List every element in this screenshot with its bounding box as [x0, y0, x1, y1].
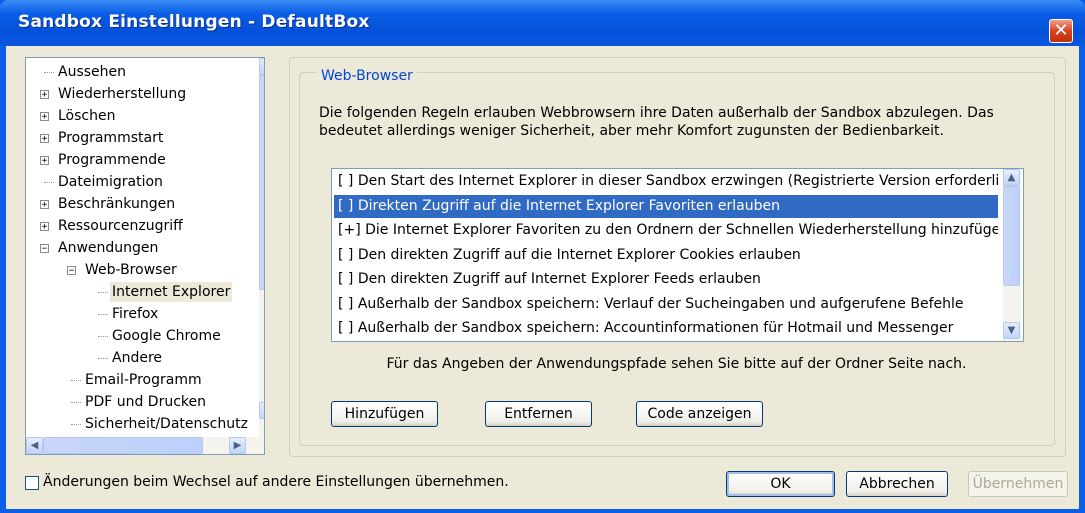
tree-item-label: Ressourcenzugriff [58, 218, 183, 234]
description-line: bedeutet allerdings weniger Sicherheit, … [319, 123, 944, 139]
tree-item[interactable]: Google Chrome [26, 325, 258, 347]
remove-button[interactable]: Entfernen [485, 401, 592, 427]
description-line: Die folgenden Regeln erlauben Webbrowser… [319, 105, 994, 121]
scroll-right-icon[interactable]: ▶ [229, 437, 246, 454]
apply-on-switch-checkbox[interactable] [25, 476, 39, 490]
scroll-left-icon[interactable]: ◀ [26, 437, 43, 454]
tree-vertical-scrollbar[interactable]: ▲ ▼ [259, 58, 264, 441]
window-title: Sandbox Einstellungen - DefaultBox [18, 12, 370, 32]
tree-item[interactable]: + Löschen [26, 105, 258, 127]
add-button[interactable]: Hinzufügen [331, 401, 438, 427]
tree-hscroll-thumb[interactable] [43, 437, 203, 454]
scroll-down-icon[interactable]: ▼ [1003, 322, 1020, 339]
tree-item-label: Google Chrome [112, 328, 221, 344]
tree-connector [71, 380, 81, 381]
rules-scroll-thumb[interactable] [1003, 186, 1020, 286]
rule-list-item[interactable]: [ ] Direkten Zugriff auf die Internet Ex… [334, 194, 998, 218]
rule-list-item[interactable]: [ ] Den Start des Internet Explorer in d… [334, 170, 998, 193]
tree-item-label: Aussehen [58, 64, 127, 80]
tree-item-label: Dateimigration [58, 174, 163, 190]
expand-icon[interactable]: + [40, 222, 49, 232]
tree-connector [98, 336, 108, 337]
tree-connector [98, 292, 108, 293]
dialog-window: Sandbox Einstellungen - DefaultBox ✕ Aus… [0, 0, 1085, 513]
expand-icon[interactable]: + [40, 134, 49, 144]
tree-item[interactable]: + Programmstart [26, 127, 258, 149]
tree-item-label: Programmstart [58, 130, 164, 146]
close-icon[interactable]: ✕ [1049, 19, 1073, 43]
tree-item-label: Andere [112, 350, 163, 366]
tree-item-label: Anwendungen [58, 240, 159, 256]
tree-item-label: Internet Explorer [110, 282, 233, 302]
tree-horizontal-scrollbar[interactable]: ◀ ▶ [26, 437, 264, 454]
tree-connector [71, 424, 81, 425]
rules-list[interactable]: [ ] Den Start des Internet Explorer in d… [331, 168, 1024, 342]
tree-connector [71, 402, 81, 403]
tree-item[interactable]: Firefox [26, 303, 258, 325]
rules-list-scrollbar[interactable]: ▲ ▼ [1003, 169, 1021, 341]
title-bar[interactable]: Sandbox Einstellungen - DefaultBox ✕ [0, 0, 1085, 46]
rule-list-item[interactable]: [ ] Außerhalb der Sandbox speichern: Acc… [334, 317, 998, 340]
tree-connector [98, 314, 108, 315]
scroll-down-icon[interactable]: ▼ [259, 402, 264, 419]
show-code-button[interactable]: Code anzeigen [636, 401, 763, 427]
tree-item[interactable]: Sicherheit/Datenschutz [26, 413, 258, 435]
tree-item-label: Web-Browser [85, 262, 177, 278]
tree-scroll-thumb[interactable] [259, 75, 264, 290]
expand-icon[interactable]: + [40, 112, 49, 122]
tree-item[interactable]: + Beschränkungen [26, 193, 258, 215]
apply-button[interactable]: Übernehmen [968, 471, 1068, 497]
tree-item-label: Sicherheit/Datenschutz [85, 416, 248, 432]
groupbox-legend: Web-Browser [317, 68, 417, 84]
cancel-button[interactable]: Abbrechen [846, 471, 948, 497]
tree-item-label: Email-Programm [85, 372, 202, 388]
rule-list-item[interactable]: [ ] Den direkten Zugriff auf Internet Ex… [334, 268, 998, 291]
collapse-icon[interactable]: − [40, 244, 49, 254]
tree-item[interactable]: + Ressourcenzugriff [26, 215, 258, 237]
tree-item[interactable]: + Programmende [26, 149, 258, 171]
ok-button[interactable]: OK [726, 471, 835, 497]
tree-item[interactable]: Email-Programm [26, 369, 258, 391]
tree-item[interactable]: + Wiederherstellung [26, 83, 258, 105]
tree-item-label: Wiederherstellung [58, 86, 187, 102]
description-text: Die folgenden Regeln erlauben Webbrowser… [319, 104, 1059, 140]
tree-item[interactable]: Dateimigration [26, 171, 258, 193]
settings-tree: Aussehen + Wiederherstellung + Löschen + Progr… [25, 57, 265, 455]
tree-item[interactable]: − Web-Browser [26, 259, 258, 281]
collapse-icon[interactable]: − [67, 266, 76, 276]
tree-connector [44, 182, 54, 183]
tree-item[interactable]: Aussehen [26, 61, 258, 83]
tree-item-label: Programmende [58, 152, 166, 168]
tree-item[interactable]: Andere [26, 347, 258, 369]
tree-item[interactable]: Internet Explorer [26, 281, 258, 303]
expand-icon[interactable]: + [40, 200, 49, 210]
tree-connector [98, 358, 108, 359]
rule-list-item[interactable]: [+] Die Internet Explorer Favoriten zu d… [334, 219, 998, 242]
dialog-client: Aussehen + Wiederherstellung + Löschen + Progr… [6, 46, 1079, 509]
rule-list-item[interactable]: [ ] Außerhalb der Sandbox speichern: Ver… [334, 293, 998, 316]
tree-item-label: Firefox [112, 306, 159, 322]
rule-list-item[interactable]: [ ] Den direkten Zugriff auf die Interne… [334, 244, 998, 267]
scroll-up-icon[interactable]: ▲ [1003, 169, 1020, 186]
tree-item[interactable]: PDF und Drucken [26, 391, 258, 413]
apply-on-switch-label[interactable]: Änderungen beim Wechsel auf andere Einst… [43, 474, 509, 490]
hint-text: Für das Angeben der Anwendungspfade sehe… [386, 356, 967, 372]
tree-item[interactable]: − Anwendungen [26, 237, 258, 259]
tree-item-label: Beschränkungen [58, 196, 176, 212]
scroll-up-icon[interactable]: ▲ [259, 58, 264, 75]
expand-icon[interactable]: + [40, 90, 49, 100]
tree-item-label: Löschen [58, 108, 116, 124]
tree-connector [44, 72, 54, 73]
expand-icon[interactable]: + [40, 156, 49, 166]
tree-item-label: PDF und Drucken [85, 394, 207, 410]
